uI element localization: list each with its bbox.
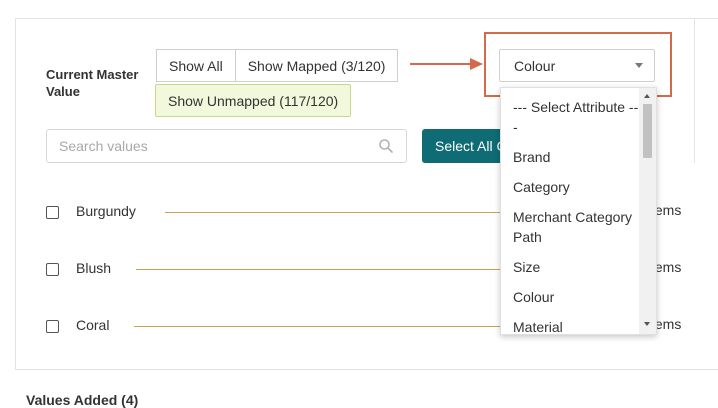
dropdown-option[interactable]: Material <box>501 315 639 334</box>
select-all-button[interactable]: Select All C <box>422 129 504 163</box>
value-name: Blush <box>76 260 112 276</box>
attribute-select-value: Colour <box>514 57 556 74</box>
show-unmapped-button[interactable]: Show Unmapped (117/120) <box>155 84 352 117</box>
connector-line <box>136 269 505 270</box>
dropdown-option[interactable]: Category <box>501 175 639 205</box>
row-checkbox[interactable] <box>46 320 59 333</box>
dropdown-option[interactable]: Size <box>501 255 639 285</box>
show-all-button[interactable]: Show All <box>156 49 236 82</box>
connector-line <box>134 326 505 327</box>
dropdown-option[interactable]: Brand <box>501 145 639 175</box>
attribute-dropdown-list: --- Select Attribute --- Brand Category … <box>500 87 657 335</box>
search-values-box <box>46 129 407 163</box>
filter-button-group: Show All Show Mapped (3/120) <box>156 49 399 82</box>
value-name: Burgundy <box>76 203 136 219</box>
row-checkbox[interactable] <box>46 206 59 219</box>
dropdown-option[interactable]: Merchant Category Path <box>501 205 639 255</box>
show-mapped-button[interactable]: Show Mapped (3/120) <box>235 49 399 82</box>
scroll-down-arrow-icon[interactable] <box>644 322 650 326</box>
divider <box>694 18 695 163</box>
row-checkbox[interactable] <box>46 263 59 276</box>
scrollbar-thumb[interactable] <box>643 104 652 158</box>
value-name: Coral <box>76 317 110 333</box>
dropdown-scrollbar[interactable] <box>639 88 656 334</box>
dropdown-option[interactable]: --- Select Attribute --- <box>501 88 639 145</box>
current-master-value-label: Current Master Value <box>46 67 139 99</box>
search-input[interactable] <box>47 137 378 155</box>
chevron-down-icon <box>635 63 643 68</box>
dropdown-option[interactable]: Colour <box>501 285 639 315</box>
annotation-arrow-icon <box>410 58 483 70</box>
values-added-heading: Values Added (4) <box>26 392 139 408</box>
search-icon <box>379 139 393 153</box>
connector-line <box>165 212 505 213</box>
attribute-select[interactable]: Colour <box>499 49 655 82</box>
scroll-up-arrow-icon[interactable] <box>644 94 650 98</box>
